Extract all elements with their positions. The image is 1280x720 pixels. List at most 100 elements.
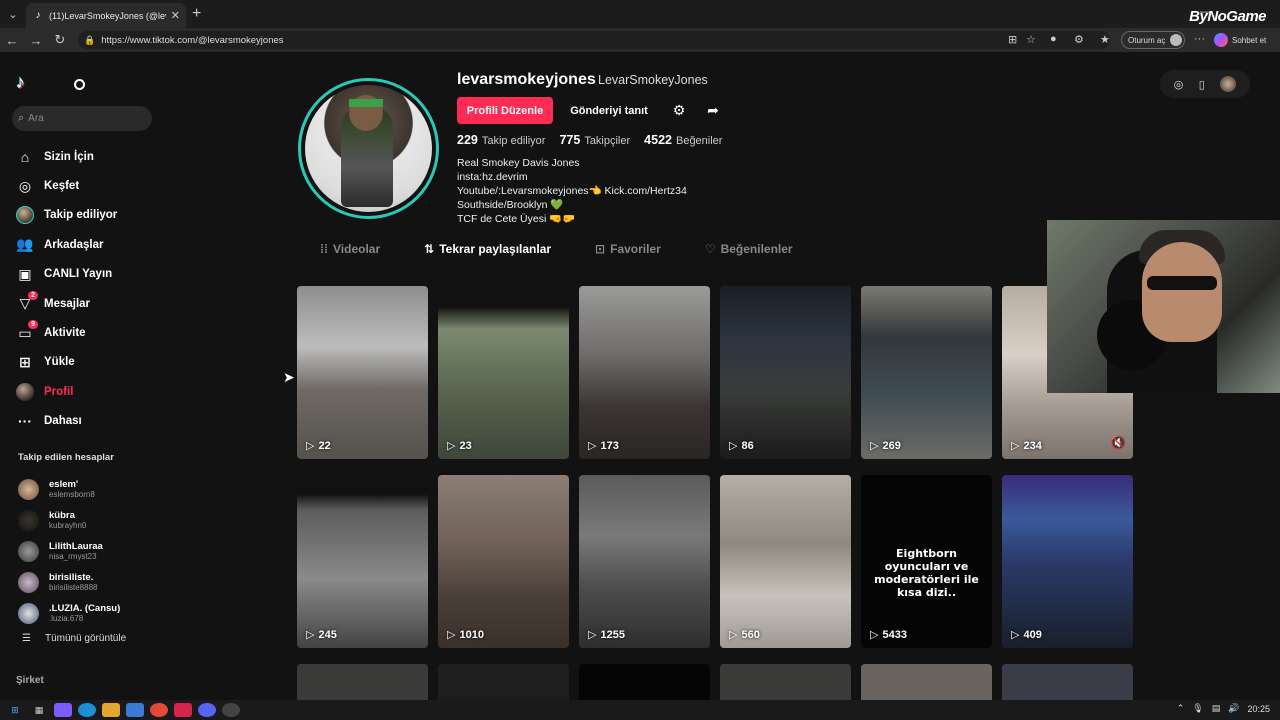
tab-reposts[interactable]: ⇅ Tekrar paylaşılanlar <box>424 242 551 256</box>
app-available-icon[interactable]: ⊞ <box>1008 33 1017 46</box>
device-icon[interactable]: ▯ <box>1199 78 1205 91</box>
bio-line: Youtube/:Levarsmokeyjones👈 Kick.com/Hert… <box>457 185 687 197</box>
sidebar-item-following[interactable]: Takip ediliyor <box>16 201 166 230</box>
edit-profile-button[interactable]: Profili Düzenle <box>457 97 553 124</box>
sidebar-item-explore[interactable]: ◎ Keşfet <box>16 171 166 200</box>
video-card[interactable]: ▷ 173 <box>579 286 710 459</box>
close-tab-icon[interactable]: ✕ <box>171 9 180 22</box>
app-icon[interactable] <box>174 703 192 717</box>
copilot-button[interactable]: Sohbet et <box>1214 31 1266 49</box>
extensions-puzzle-icon[interactable]: ⚙ <box>1074 33 1084 46</box>
play-icon: ▷ <box>588 440 597 452</box>
view-count-value: 1010 <box>459 628 484 641</box>
app-icon[interactable] <box>54 703 72 717</box>
list-item[interactable]: .LUZIA. (Cansu) .luzia.678 <box>18 598 120 629</box>
video-card[interactable]: ▷ 245 <box>297 475 428 648</box>
live-indicator-icon[interactable] <box>74 79 85 90</box>
sidebar-item-live[interactable]: ▣ CANLI Yayın <box>16 260 166 289</box>
edge-browser-icon[interactable] <box>78 703 96 717</box>
back-button[interactable]: ← <box>0 33 24 48</box>
video-card[interactable] <box>438 664 569 700</box>
video-card[interactable]: ▷ 86 <box>720 286 851 459</box>
coins-icon[interactable]: ◎ <box>1174 78 1184 91</box>
file-explorer-icon[interactable] <box>102 703 120 717</box>
following-stat[interactable]: 229 Takip ediliyor <box>457 133 545 147</box>
microphone-icon[interactable]: 🎙 <box>1192 703 1203 714</box>
video-card[interactable] <box>1002 664 1133 700</box>
account-avatar[interactable] <box>1220 76 1237 92</box>
tab-actions-menu[interactable]: ⌄ <box>0 0 26 28</box>
muted-speaker-icon[interactable]: 🔇 <box>1110 435 1126 451</box>
chrome-icon[interactable] <box>150 703 168 717</box>
play-icon: ▷ <box>729 440 738 452</box>
tab-liked[interactable]: ♡ Beğenilenler <box>705 242 793 256</box>
video-card[interactable]: Eightborn oyuncuları ve moderatörleri il… <box>861 475 992 648</box>
avatar <box>18 603 39 624</box>
video-card[interactable]: ▷ 23 <box>438 286 569 459</box>
refresh-button[interactable]: ↻ <box>48 32 72 48</box>
tab-favorites[interactable]: ⊡ Favoriler <box>595 242 661 256</box>
search-input[interactable] <box>28 113 139 124</box>
sidebar-item-foryou[interactable]: ⌂ Sizin İçin <box>16 142 166 171</box>
play-icon: ▷ <box>306 629 315 641</box>
more-options-icon[interactable]: ··· <box>1194 33 1205 45</box>
video-card[interactable]: ▷ 409 <box>1002 475 1133 648</box>
signin-button[interactable]: Oturum aç <box>1121 31 1185 49</box>
bynogame-overlay-logo: ByNoGame <box>1189 8 1266 25</box>
network-icon[interactable]: ▤ <box>1212 703 1221 714</box>
sidebar-item-more[interactable]: ··· Dahası <box>16 407 166 436</box>
favorites-icon[interactable]: ★ <box>1100 33 1110 46</box>
video-card[interactable] <box>579 664 710 700</box>
favorite-star-icon[interactable]: ☆ <box>1026 33 1036 46</box>
company-link[interactable]: Şirket <box>16 675 44 686</box>
browser-tab-active[interactable]: ♪ (11)LevarSmokeyJones (@levarsm ✕ <box>26 3 186 28</box>
new-tab-button[interactable]: + <box>192 5 201 23</box>
profile-avatar[interactable] <box>298 78 439 219</box>
clock[interactable]: 20:25 <box>1247 704 1270 714</box>
see-all-button[interactable]: ☰ Tümünü görüntüle <box>22 633 126 644</box>
list-item[interactable]: birisiliste. birisiliste8888 <box>18 567 120 598</box>
obs-icon[interactable] <box>222 703 240 717</box>
discord-icon[interactable] <box>198 703 216 717</box>
settings-gear-icon[interactable]: ⚙ <box>668 99 690 121</box>
list-item[interactable]: eslem' eslemsborn8 <box>18 474 120 505</box>
tiktok-logo-icon[interactable]: ♪ <box>16 72 25 93</box>
chevron-up-icon[interactable]: ⌃ <box>1177 703 1185 714</box>
video-card[interactable]: ▷ 560 <box>720 475 851 648</box>
video-card[interactable]: ▷ 22 <box>297 286 428 459</box>
volume-icon[interactable]: 🔊 <box>1228 703 1239 714</box>
video-card[interactable] <box>297 664 428 700</box>
video-card[interactable] <box>720 664 851 700</box>
extension-icon[interactable]: ● <box>1050 33 1057 45</box>
windows-start-icon[interactable]: ⊞ <box>6 703 24 717</box>
sidebar-item-messages[interactable]: ▽ 2 Mesajlar <box>16 289 166 318</box>
video-card[interactable]: ▷ 1255 <box>579 475 710 648</box>
list-item[interactable]: kübra kubrayhn0 <box>18 505 120 536</box>
video-card[interactable]: ▷ 1010 <box>438 475 569 648</box>
messages-badge: 2 <box>28 290 38 300</box>
tab-videos[interactable]: ⁞⁞ Videolar <box>320 242 380 256</box>
view-count-value: 560 <box>741 628 760 641</box>
share-icon[interactable]: ➦ <box>702 99 724 121</box>
video-card[interactable] <box>861 664 992 700</box>
address-bar[interactable]: 🔒 https://www.tiktok.com/@levarsmokeyjon… <box>78 31 1110 49</box>
list-item[interactable]: LilithLauraa nisa_rmyst23 <box>18 536 120 567</box>
forward-button[interactable]: → <box>24 33 48 48</box>
steam-icon[interactable] <box>126 703 144 717</box>
video-card[interactable]: ▷ 269 <box>861 286 992 459</box>
video-grid-row-partial <box>297 664 1133 700</box>
sidebar-item-activity[interactable]: ▭ 9 Aktivite <box>16 318 166 347</box>
tab-label: Videolar <box>333 242 381 256</box>
task-view-icon[interactable]: ▦ <box>30 703 48 717</box>
profile-tabs: ⁞⁞ Videolar ⇅ Tekrar paylaşılanlar ⊡ Favori… <box>320 242 793 256</box>
view-count-value: 22 <box>318 439 331 452</box>
sidebar-item-upload[interactable]: ⊞ Yükle <box>16 348 166 377</box>
video-view-count: ▷ 5433 <box>870 628 907 642</box>
promote-post-button[interactable]: Gönderiyi tanıt <box>562 97 656 124</box>
search-box[interactable]: ⌕ <box>12 106 152 131</box>
sidebar-item-label: Keşfet <box>44 180 80 193</box>
view-count-value: 86 <box>741 439 754 452</box>
sidebar-item-profile[interactable]: Profil <box>16 377 166 406</box>
sidebar-item-friends[interactable]: 👥 Arkadaşlar <box>16 230 166 259</box>
followers-stat[interactable]: 775 Takipçiler <box>559 133 630 147</box>
